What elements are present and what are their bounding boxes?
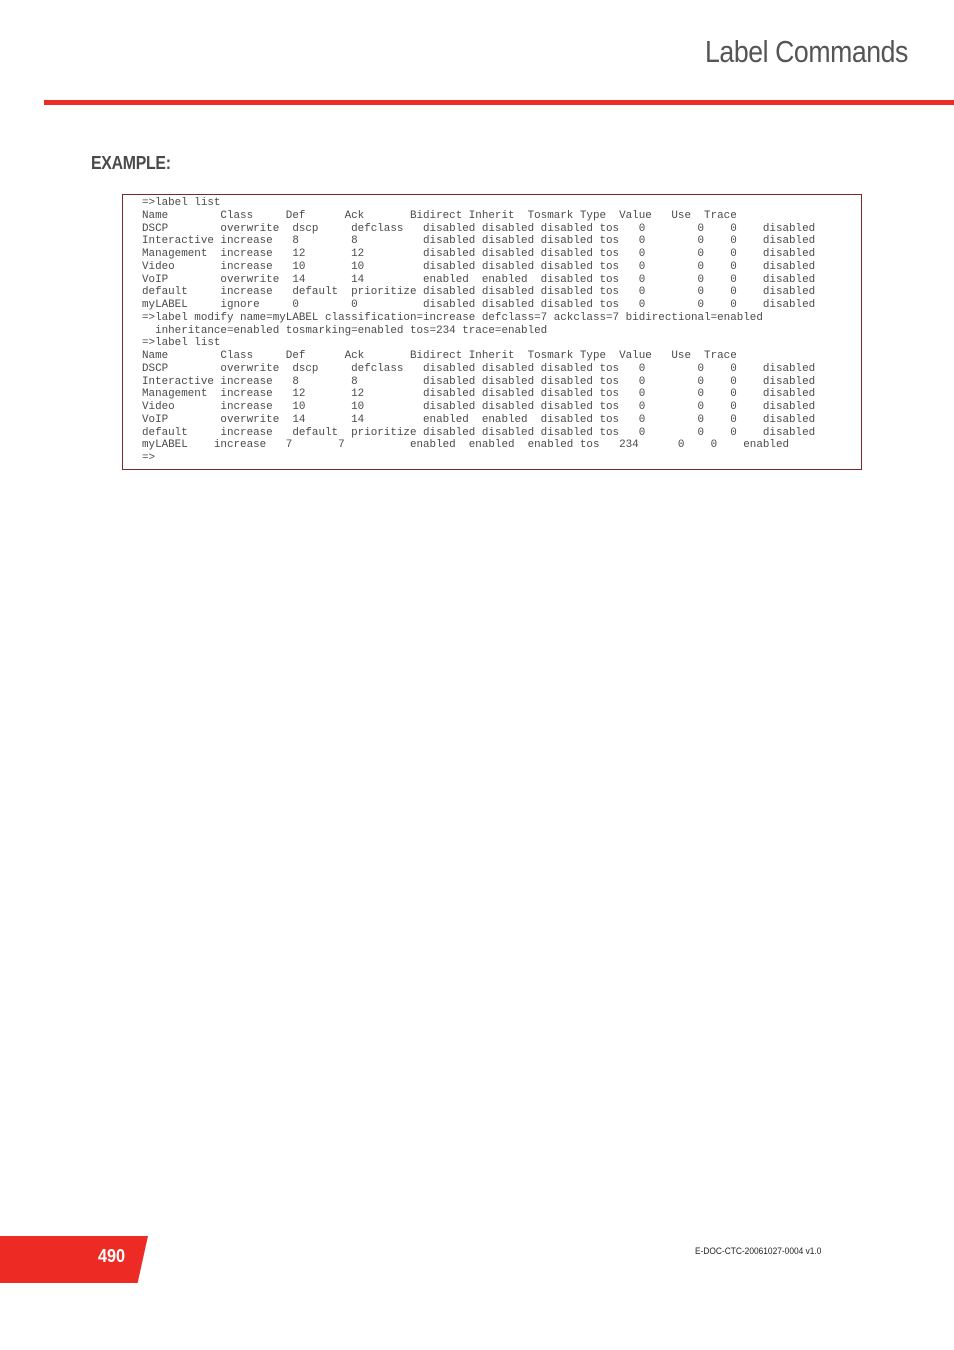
terminal-line: Management increase 12 12 disabled disab… bbox=[142, 388, 816, 401]
terminal-line: Interactive increase 8 8 disabled disabl… bbox=[142, 375, 816, 388]
terminal-line: default increase default prioritize disa… bbox=[142, 426, 816, 439]
terminal-line: myLABEL ignore 0 0 disabled disabled dis… bbox=[142, 299, 816, 311]
chapter-title: Label Commands bbox=[705, 34, 908, 69]
terminal-line: inheritance=enabled tosmarking=enabled t… bbox=[142, 324, 548, 337]
terminal-line: VoIP overwrite 14 14 enabled enabled dis… bbox=[142, 413, 816, 426]
terminal-line: Video increase 10 10 disabled disabled d… bbox=[142, 401, 816, 413]
terminal-line: DSCP overwrite dscp defclass disabled di… bbox=[142, 222, 816, 235]
terminal-line: Name Class Def Ack Bidirect Inherit Tosm… bbox=[142, 350, 737, 362]
terminal-line: =>label list bbox=[142, 337, 221, 350]
terminal-line: VoIP overwrite 14 14 enabled enabled dis… bbox=[142, 273, 816, 286]
terminal-line: =>label modify name=myLABEL classificati… bbox=[142, 311, 763, 324]
terminal-line: Management increase 12 12 disabled disab… bbox=[142, 248, 816, 260]
terminal-line: Video increase 10 10 disabled disabled d… bbox=[142, 260, 816, 273]
terminal-line: Interactive increase 8 8 disabled disabl… bbox=[142, 235, 816, 248]
terminal-line: myLABEL increase 7 7 enabled enabled ena… bbox=[142, 439, 790, 452]
terminal-line: DSCP overwrite dscp defclass disabled di… bbox=[142, 362, 816, 375]
page-number-tab bbox=[0, 1236, 148, 1283]
terminal-line: Name Class Def Ack Bidirect Inherit Tosm… bbox=[142, 209, 737, 222]
terminal-line: =>label list bbox=[142, 197, 221, 209]
page-number: 490 bbox=[98, 1246, 126, 1266]
terminal-line: default increase default prioritize disa… bbox=[142, 286, 816, 299]
terminal-example-box: =>label list Name Class Def Ack Bidirect… bbox=[122, 194, 862, 470]
document-id: E-DOC-CTC-20061027-0004 v1.0 bbox=[695, 1246, 822, 1257]
terminal-line: => bbox=[142, 452, 156, 464]
header-rule bbox=[44, 100, 954, 105]
section-heading: EXAMPLE: bbox=[91, 153, 171, 173]
